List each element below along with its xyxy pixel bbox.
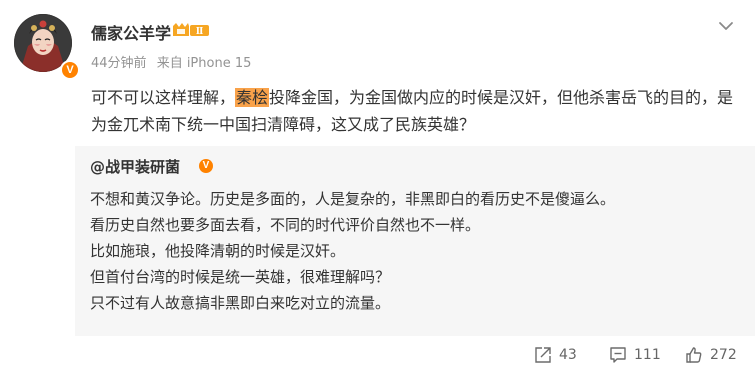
reposted-content[interactable]: @战甲装研菌 V 不想和黄汉争论。历史是多面的，人是复杂的，非黑即白的看历史不是… <box>75 146 755 336</box>
post-time[interactable]: 44分钟前 <box>91 56 147 71</box>
share-button[interactable]: 43 <box>533 344 577 366</box>
repost-line: 比如施琅，他投降清朝的时候是汉奸。 <box>90 242 346 260</box>
share-icon <box>535 347 551 363</box>
comment-button[interactable]: 111 <box>608 344 661 366</box>
comment-count: 111 <box>634 347 661 363</box>
like-button[interactable]: 272 <box>684 344 737 366</box>
verified-badge-icon: V <box>60 60 80 80</box>
repost-verified-badge-icon: V <box>199 159 213 173</box>
repost-line: 只不过有人故意搞非黑即白来吃对立的流量。 <box>90 294 391 312</box>
post-meta: 44分钟前 来自 iPhone 15 <box>91 52 257 71</box>
thumbs-up-icon <box>686 347 702 363</box>
repost-line: 看历史自然也要多面去看，不同的时代评价自然也不一样。 <box>90 216 481 234</box>
like-count: 272 <box>710 347 737 363</box>
post-source: 来自 iPhone 15 <box>156 56 252 71</box>
comment-icon <box>610 347 626 363</box>
more-options-chevron-down-icon[interactable] <box>716 16 736 36</box>
member-level-icon[interactable]: Ⅱ <box>172 22 210 38</box>
weibo-post-card: V 儒家公羊学 Ⅱ 44分钟前 来自 iPhone 15 可不可以这样理解，秦桧… <box>0 0 755 373</box>
repost-author[interactable]: @战甲装研菌 <box>90 156 180 177</box>
post-text-before: 可不可以这样理解， <box>91 88 236 107</box>
share-count: 43 <box>559 347 577 363</box>
post-body: 可不可以这样理解，秦桧投降金国，为金国做内应的时候是汉奸，但他杀害岳飞的目的，是… <box>91 84 741 138</box>
member-level-text: Ⅱ <box>196 27 204 37</box>
author-name[interactable]: 儒家公羊学 <box>91 20 171 44</box>
repost-line: 不想和黄汉争论。历史是多面的，人是复杂的，非黑即白的看历史不是傻逼么。 <box>90 190 616 208</box>
post-text-highlight: 秦桧 <box>235 88 270 107</box>
repost-line: 但首付台湾的时候是统一英雄，很难理解吗？ <box>90 268 391 286</box>
repost-text: 不想和黄汉争论。历史是多面的，人是复杂的，非黑即白的看历史不是傻逼么。 看历史自… <box>90 186 750 316</box>
